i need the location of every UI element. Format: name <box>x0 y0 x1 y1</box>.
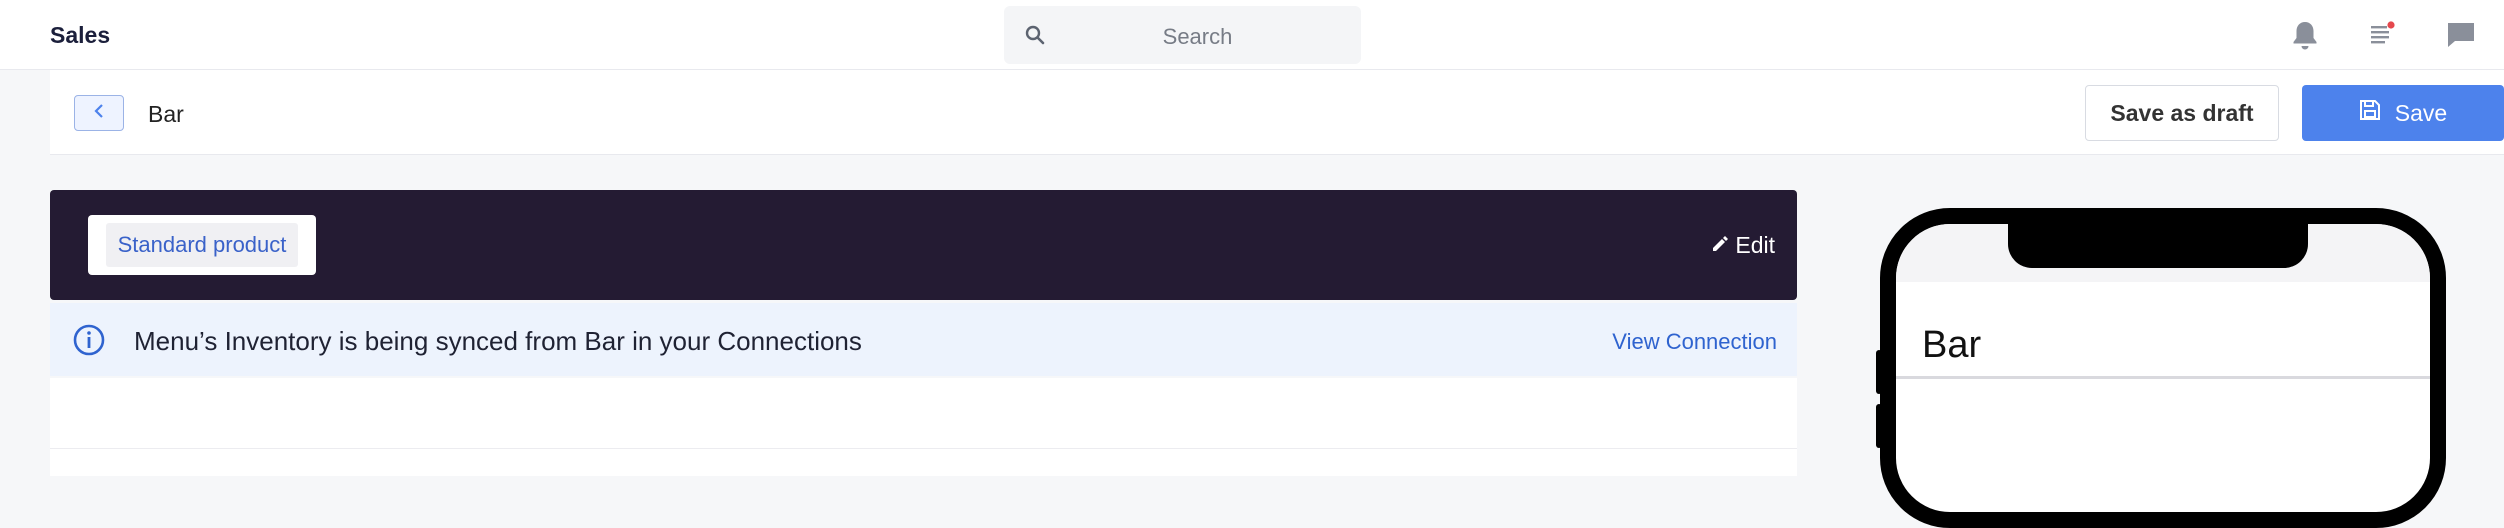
product-header-card: Standard product Edit <box>50 190 1797 300</box>
phone-notch <box>2008 224 2308 268</box>
chevron-left-icon <box>92 102 106 125</box>
search-box[interactable]: Search <box>1004 6 1361 64</box>
preview-divider <box>1896 376 2430 379</box>
chat-icon[interactable] <box>2444 18 2478 52</box>
save-button[interactable]: Save <box>2302 85 2504 141</box>
edit-button[interactable]: Edit <box>1711 232 1775 259</box>
phone-preview: Bar <box>1880 208 2446 528</box>
save-as-draft-button[interactable]: Save as draft <box>2085 85 2279 141</box>
page-header: Bar Save as draft Save <box>50 70 2504 155</box>
search-input[interactable]: Search <box>1004 24 1361 50</box>
preview-title: Bar <box>1922 324 1982 366</box>
floppy-disk-icon <box>2359 99 2381 127</box>
sync-info-banner: Menu’s Inventory is being synced from Ba… <box>50 303 1797 376</box>
app-title: Sales <box>50 22 111 48</box>
top-bar: Sales Search <box>0 0 2504 70</box>
bell-icon[interactable] <box>2288 18 2322 52</box>
pencil-icon <box>1711 232 1729 259</box>
product-type-badge: Standard product <box>105 223 299 267</box>
edit-label: Edit <box>1735 232 1775 258</box>
divider <box>50 448 1797 449</box>
tasks-icon[interactable] <box>2364 18 2398 52</box>
sync-message: Menu’s Inventory is being synced from Ba… <box>134 326 862 356</box>
view-connection-link[interactable]: View Connection <box>1612 329 1777 355</box>
info-icon <box>72 323 106 357</box>
save-button-label: Save <box>2394 99 2448 126</box>
product-details-panel <box>50 378 1797 476</box>
product-type-card[interactable]: Standard product <box>88 215 316 275</box>
page-title: Bar <box>148 101 184 127</box>
back-button[interactable] <box>74 95 124 131</box>
